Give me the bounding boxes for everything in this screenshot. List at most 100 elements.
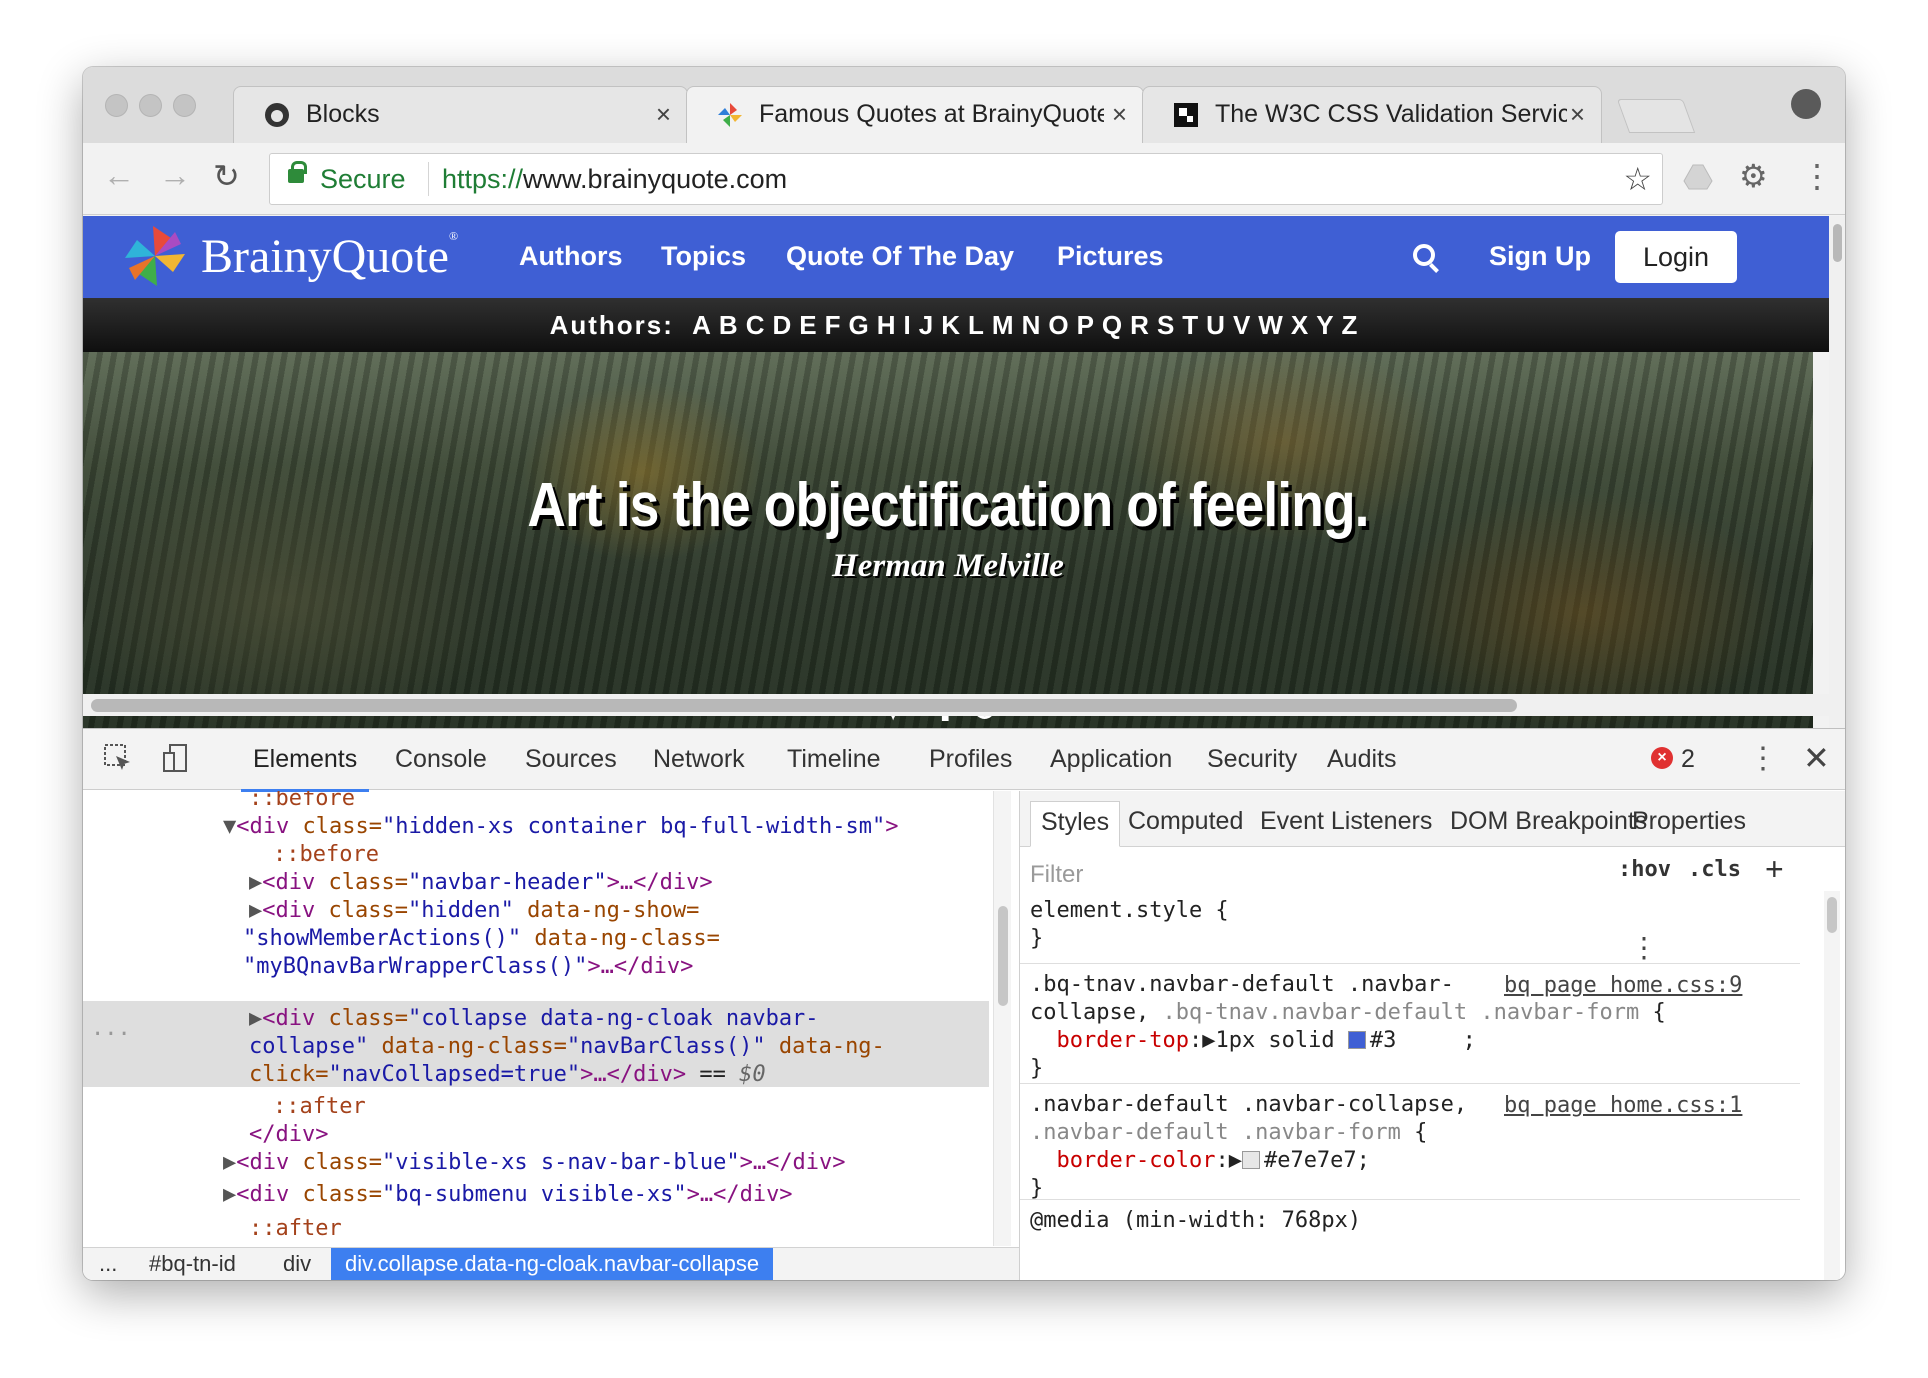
- author-letter-link[interactable]: D: [772, 310, 793, 340]
- device-toolbar-icon[interactable]: [161, 743, 191, 773]
- tab-application[interactable]: Application: [1050, 745, 1172, 774]
- tab-computed[interactable]: Computed: [1128, 801, 1243, 847]
- url-text[interactable]: https://www.brainyquote.com: [442, 164, 787, 195]
- new-tab-button[interactable]: [1616, 99, 1696, 133]
- author-letter-link[interactable]: Q: [1102, 310, 1124, 340]
- property-name[interactable]: border-top: [1057, 1028, 1189, 1053]
- author-letter-link[interactable]: E: [799, 310, 818, 340]
- author-letter-link[interactable]: I: [904, 310, 913, 340]
- dom-line[interactable]: </div>: [249, 1121, 328, 1150]
- author-letter-link[interactable]: C: [746, 310, 767, 340]
- quote-text[interactable]: Art is the objectification of feeling.: [204, 470, 1692, 541]
- rule-source-link[interactable]: bq page home.css:1: [1504, 1093, 1742, 1118]
- author-letter-link[interactable]: Y: [1316, 310, 1335, 340]
- breadcrumb-item[interactable]: #bq-tn-id: [149, 1248, 236, 1280]
- zoom-window-button[interactable]: [173, 94, 196, 117]
- styles-scrollbar[interactable]: [1824, 891, 1840, 1280]
- elements-tree[interactable]: ... ::before ▼<div class="hidden-xs cont…: [83, 791, 1019, 1246]
- author-letter-link[interactable]: K: [941, 310, 962, 340]
- rule-source-link[interactable]: bq page home.css:9: [1504, 973, 1742, 998]
- tab-styles[interactable]: Styles: [1030, 801, 1121, 847]
- devtools-menu-icon[interactable]: ⋮: [1748, 741, 1778, 776]
- forward-button[interactable]: →: [159, 157, 191, 194]
- nav-authors-link[interactable]: Authors: [519, 241, 623, 272]
- error-count[interactable]: 2: [1681, 745, 1695, 774]
- expand-triangle-icon[interactable]: ▶: [249, 870, 262, 895]
- error-icon[interactable]: ×: [1651, 747, 1673, 769]
- property-value[interactable]: #e7e7e7;: [1264, 1148, 1370, 1173]
- tab-sources[interactable]: Sources: [525, 745, 617, 774]
- author-letter-link[interactable]: H: [877, 310, 898, 340]
- chrome-menu-icon[interactable]: ⋮: [1801, 157, 1833, 195]
- close-tab-icon[interactable]: ×: [656, 99, 671, 130]
- author-letter-link[interactable]: U: [1206, 310, 1227, 340]
- author-letter-link[interactable]: S: [1157, 310, 1176, 340]
- tab-event-listeners[interactable]: Event Listeners: [1260, 801, 1432, 847]
- inspect-element-icon[interactable]: [103, 743, 133, 773]
- css-rule-2[interactable]: .navbar-default .navbar-collapse, .navba…: [1030, 1091, 1467, 1203]
- profile-icon[interactable]: [1791, 89, 1821, 119]
- tab-network[interactable]: Network: [653, 745, 745, 774]
- scroll-thumb[interactable]: [1827, 897, 1837, 933]
- expand-triangle-icon[interactable]: ▶: [223, 1182, 236, 1207]
- reload-button[interactable]: ↻: [213, 157, 240, 195]
- tab-elements[interactable]: Elements: [240, 745, 370, 792]
- tab-profiles[interactable]: Profiles: [929, 745, 1012, 774]
- color-swatch[interactable]: [1347, 1031, 1366, 1049]
- dom-line[interactable]: ::before: [249, 791, 355, 814]
- nav-pictures-link[interactable]: Pictures: [1057, 241, 1164, 272]
- dom-line[interactable]: ▶<div class="hidden" data-ng-show=: [249, 897, 699, 926]
- dom-line[interactable]: ::before: [273, 841, 379, 870]
- tab-dom-breakpoints[interactable]: DOM Breakpoints: [1450, 801, 1647, 847]
- author-letter-link[interactable]: P: [1077, 310, 1096, 340]
- close-tab-icon[interactable]: ×: [1112, 99, 1127, 130]
- author-letter-link[interactable]: T: [1182, 310, 1200, 340]
- node-actions-gutter[interactable]: ...: [91, 1015, 131, 1044]
- scroll-thumb[interactable]: [998, 906, 1008, 1006]
- property-name[interactable]: border-color: [1057, 1148, 1216, 1173]
- close-window-button[interactable]: [105, 94, 128, 117]
- quote-author[interactable]: Herman Melville: [83, 548, 1813, 585]
- tab-console[interactable]: Console: [395, 745, 487, 774]
- elements-scrollbar[interactable]: [993, 791, 1011, 1246]
- dom-line[interactable]: ▼<div class="hidden-xs container bq-full…: [223, 813, 899, 842]
- collapse-triangle-icon[interactable]: ▼: [223, 814, 236, 839]
- author-letter-link[interactable]: X: [1291, 310, 1310, 340]
- author-letter-link[interactable]: V: [1233, 310, 1252, 340]
- author-letter-link[interactable]: O: [1048, 310, 1070, 340]
- expand-triangle-icon[interactable]: ▶: [223, 1150, 236, 1175]
- close-tab-icon[interactable]: ×: [1570, 99, 1585, 130]
- class-toggle[interactable]: .cls: [1688, 857, 1741, 882]
- author-letter-link[interactable]: J: [919, 310, 935, 340]
- devtools-close-icon[interactable]: ✕: [1803, 739, 1830, 777]
- author-letter-link[interactable]: Z: [1342, 310, 1360, 340]
- dom-line[interactable]: ::after: [249, 1215, 342, 1244]
- scroll-thumb[interactable]: [1833, 224, 1842, 262]
- dom-line[interactable]: ▶<div class="visible-xs s-nav-bar-blue">…: [223, 1149, 846, 1178]
- bookmark-star-icon[interactable]: ☆: [1623, 160, 1652, 198]
- breadcrumb-item-selected[interactable]: div.collapse.data-ng-cloak.navbar-collap…: [331, 1248, 774, 1280]
- author-letter-link[interactable]: W: [1258, 310, 1285, 340]
- styles-filter-input[interactable]: Filter: [1030, 861, 1083, 889]
- signup-link[interactable]: Sign Up: [1489, 241, 1591, 272]
- address-bar[interactable]: Secure https://www.brainyquote.com ☆: [269, 153, 1663, 205]
- tab-brainyquote[interactable]: Famous Quotes at BrainyQuote ×: [686, 86, 1144, 143]
- dom-line[interactable]: ▶<div class="bq-submenu visible-xs">…</d…: [223, 1181, 793, 1210]
- author-letter-link[interactable]: R: [1130, 310, 1151, 340]
- brainyquote-logo-icon[interactable]: [123, 224, 187, 288]
- tab-w3c-validator[interactable]: The W3C CSS Validation Service ×: [1142, 86, 1602, 143]
- author-letter-link[interactable]: G: [849, 310, 871, 340]
- drive-extension-icon[interactable]: [1683, 161, 1713, 198]
- author-letter-link[interactable]: L: [968, 310, 986, 340]
- color-value[interactable]: #3: [1370, 1028, 1397, 1053]
- scroll-thumb[interactable]: [91, 699, 1517, 712]
- dom-line[interactable]: ▶<div class="navbar-header">…</div>: [249, 869, 713, 898]
- expand-triangle-icon[interactable]: ▶: [249, 898, 262, 923]
- dom-line-selected[interactable]: ▶<div class="collapse data-ng-cloak navb…: [249, 1005, 819, 1034]
- back-button[interactable]: ←: [103, 157, 135, 194]
- property-value[interactable]: 1px solid: [1215, 1028, 1347, 1053]
- author-letter-link[interactable]: F: [825, 310, 843, 340]
- tab-security[interactable]: Security: [1207, 745, 1297, 774]
- tab-audits[interactable]: Audits: [1327, 745, 1396, 774]
- expand-triangle-icon[interactable]: ▶: [249, 1006, 262, 1031]
